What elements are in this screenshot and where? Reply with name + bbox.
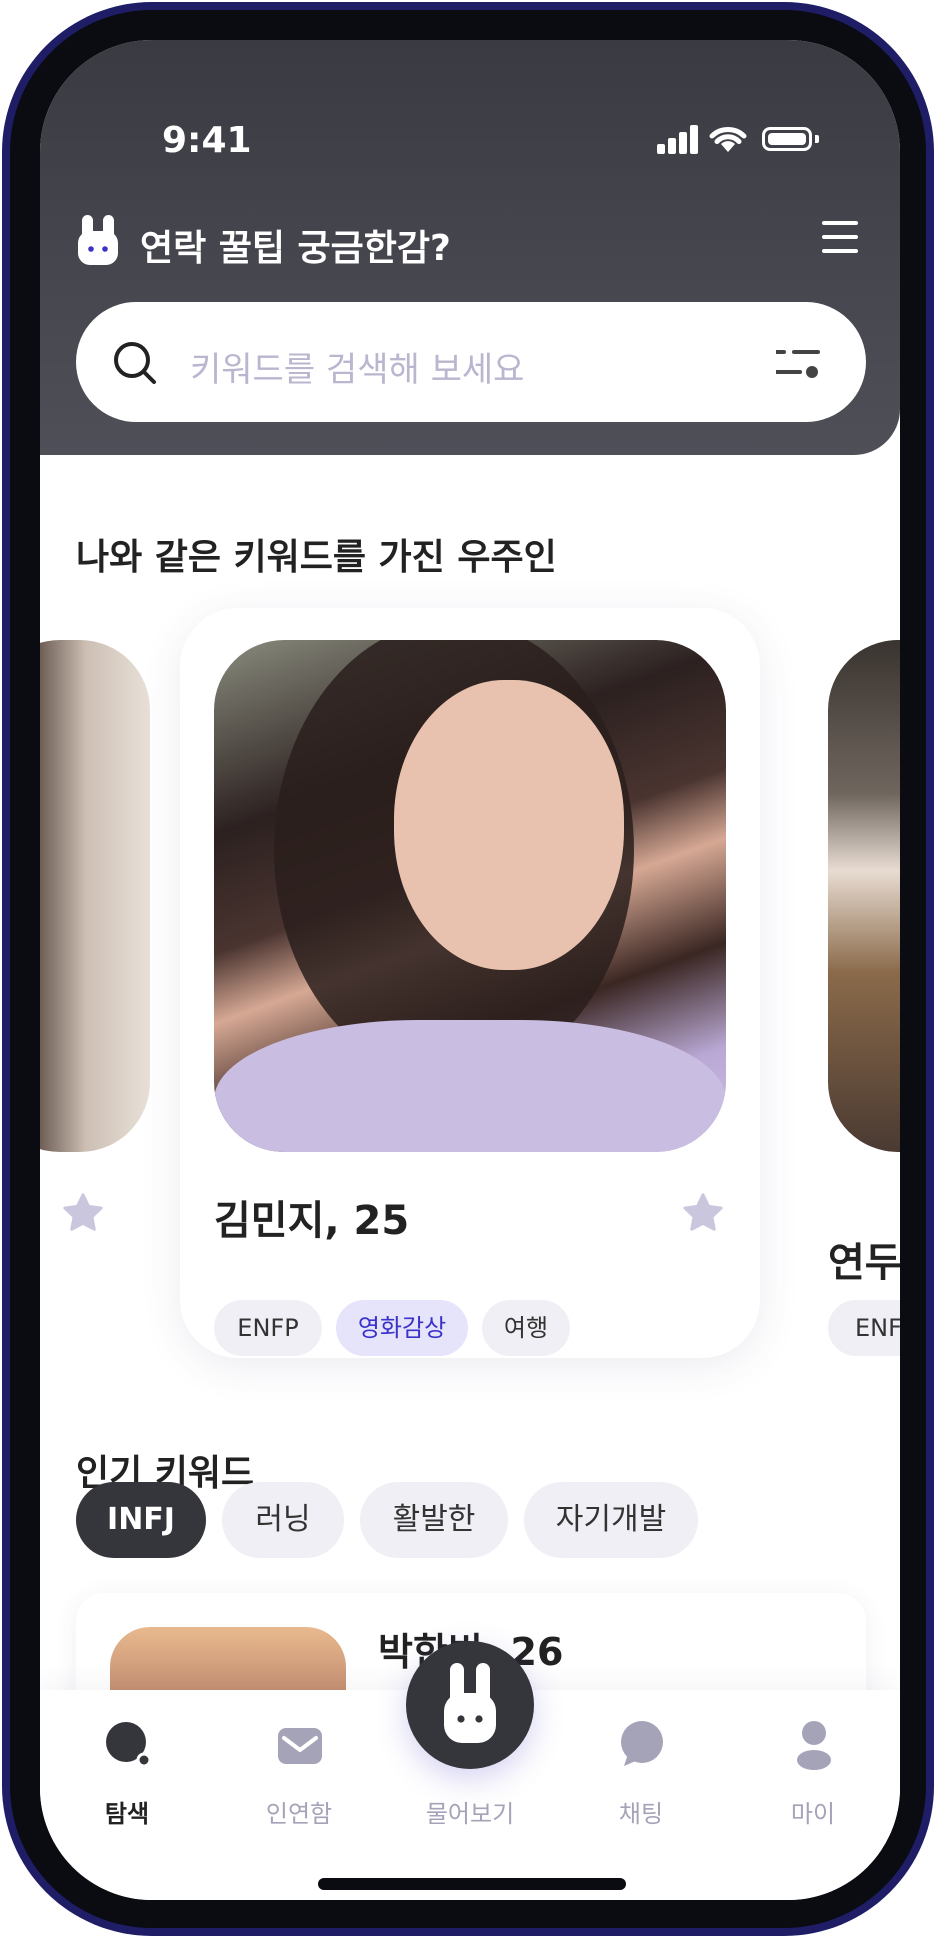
search-icon xyxy=(114,342,156,384)
profile-card[interactable]: 김민지, 25 ENFP 영화감상 여행 xyxy=(180,608,760,1358)
cellular-signal-icon xyxy=(657,124,699,154)
status-bar: 9:41 xyxy=(40,40,900,170)
bunny-icon xyxy=(444,1663,496,1743)
search-bar[interactable]: 키워드를 검색해 보세요 xyxy=(76,302,866,422)
tag-chip-highlight[interactable]: 영화감상 xyxy=(336,1300,468,1356)
favorite-star-icon[interactable] xyxy=(60,1190,106,1236)
filter-icon[interactable] xyxy=(776,344,820,380)
person-icon xyxy=(797,1721,831,1770)
keyword-pill[interactable]: 자기개발 xyxy=(524,1482,698,1558)
status-time: 9:41 xyxy=(162,120,252,161)
profile-name-right: 연두 xyxy=(828,1240,900,1282)
tag-chip[interactable]: ENFJ xyxy=(828,1300,900,1356)
keyword-pill[interactable]: 러닝 xyxy=(222,1482,344,1558)
ask-fab-button[interactable] xyxy=(406,1641,534,1769)
favorite-star-icon[interactable] xyxy=(680,1190,726,1236)
wifi-icon xyxy=(709,127,747,152)
app-header: 연락 꿀팁 궁금한감? xyxy=(76,215,876,275)
profile-photo xyxy=(214,640,726,1152)
chat-icon xyxy=(621,1721,663,1766)
nav-label: 인연함 xyxy=(265,1800,333,1828)
bunny-logo-icon xyxy=(78,215,118,265)
shirt-shape xyxy=(214,1020,726,1152)
menu-button[interactable] xyxy=(822,221,858,253)
tag-chip-right-clip: ENFJ xyxy=(828,1300,900,1356)
profile-name: 김민지, 25 xyxy=(214,1198,410,1244)
profile-photo-left[interactable] xyxy=(40,640,150,1152)
battery-icon xyxy=(762,127,812,151)
mail-icon xyxy=(278,1728,322,1764)
similar-section-title: 나와 같은 키워드를 가진 우주인 xyxy=(76,537,557,578)
nav-label: 마이 xyxy=(790,1800,836,1828)
keyword-pill[interactable]: 활발한 xyxy=(360,1482,508,1558)
nav-label: 채팅 xyxy=(618,1800,664,1828)
tag-chip[interactable]: ENFP xyxy=(214,1300,322,1356)
tag-chip[interactable]: 여행 xyxy=(482,1300,570,1356)
page-title: 연락 꿀팁 궁금한감? xyxy=(140,228,451,269)
explore-icon xyxy=(106,1722,152,1768)
nav-label: 물어보기 xyxy=(425,1800,515,1828)
keyword-pill-active[interactable]: INFJ xyxy=(76,1482,206,1558)
search-input[interactable]: 키워드를 검색해 보세요 xyxy=(190,342,524,391)
battery-tip xyxy=(815,135,819,143)
profile-photo-right[interactable] xyxy=(828,640,900,1152)
app-screen: 9:41 연락 꿀팁 궁금한감? 키워드를 검색해 보세요 나와 같은 키워드를… xyxy=(40,40,900,1900)
nav-label: 탐색 xyxy=(104,1800,150,1828)
home-indicator[interactable] xyxy=(318,1878,626,1890)
face-shape xyxy=(394,680,624,970)
